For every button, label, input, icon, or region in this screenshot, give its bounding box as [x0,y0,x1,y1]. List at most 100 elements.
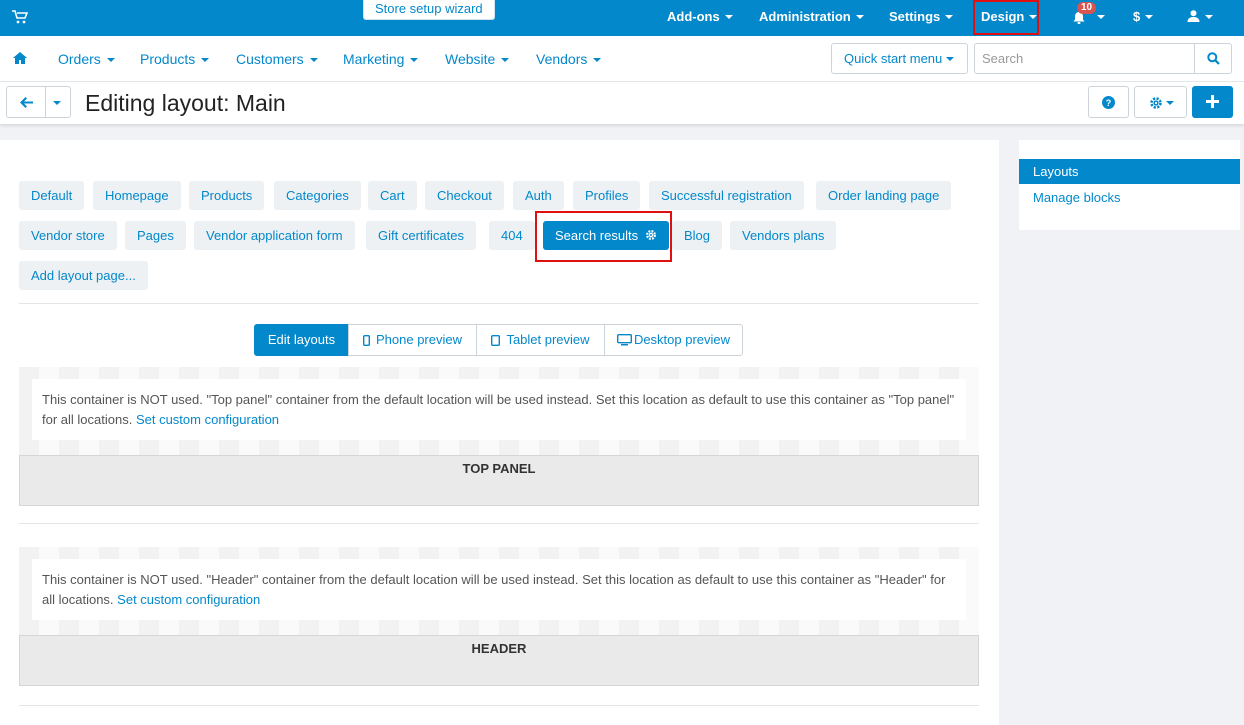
cart-icon[interactable] [12,10,28,24]
gear-icon [1150,97,1162,109]
main-nav: Orders Products Customers Marketing Webs… [0,36,1244,82]
topnav-addons[interactable]: Add-ons [667,0,733,36]
layout-tab-successful-registration[interactable]: Successful registration [649,181,804,210]
topnav-addons-label: Add-ons [667,9,720,24]
tablet-icon [491,334,501,347]
user-menu[interactable] [1187,0,1213,36]
quick-start-menu-button[interactable]: Quick start menu [831,43,968,74]
currency-menu[interactable]: $ [1133,0,1154,36]
divider [19,303,979,304]
container-label: HEADER [471,641,527,656]
layout-tab-order-landing-page[interactable]: Order landing page [816,181,952,210]
sidebar: Layouts Manage blocks [1019,140,1240,230]
chevron-down-icon [309,58,318,62]
phone-preview-label: Phone preview [376,332,462,347]
layout-tab-auth[interactable]: Auth [513,181,564,210]
chevron-down-icon [1145,15,1154,19]
desktop-preview-button[interactable]: Desktop preview [604,324,743,356]
topnav-settings[interactable]: Settings [889,0,954,36]
layout-tab-404[interactable]: 404 [489,221,535,250]
layout-tab-vendor-application-form[interactable]: Vendor application form [194,221,355,250]
nav-orders[interactable]: Orders [58,51,115,67]
topnav-administration-label: Administration [759,9,851,24]
chevron-down-icon [724,15,733,19]
arrow-left-icon [20,97,33,108]
settings-dropdown-button[interactable] [1134,86,1187,118]
layout-tab-homepage[interactable]: Homepage [93,181,181,210]
chevron-down-icon [410,58,419,62]
nav-customers[interactable]: Customers [236,51,318,67]
chevron-down-icon [1166,101,1174,105]
tablet-preview-label: Tablet preview [506,332,590,347]
phone-icon [362,334,370,347]
nav-vendors[interactable]: Vendors [536,51,602,67]
nav-vendors-label: Vendors [536,51,588,67]
add-layout-page-button[interactable]: Add layout page... [19,261,148,290]
desktop-preview-label: Desktop preview [633,332,731,347]
chevron-down-icon [945,15,954,19]
layout-tab-profiles[interactable]: Profiles [573,181,641,210]
help-button[interactable]: ? [1088,86,1129,118]
help-icon: ? [1102,96,1115,109]
desktop-icon [616,333,632,346]
layout-tab-default[interactable]: Default [19,181,85,210]
sidebar-item-layouts[interactable]: Layouts [1019,159,1240,184]
svg-text:?: ? [1106,98,1112,108]
container-header[interactable]: HEADER [19,635,979,686]
layout-tab-vendor-store[interactable]: Vendor store [19,221,117,250]
chevron-down-icon [946,57,955,61]
search-input[interactable] [974,43,1195,74]
container-label: TOP PANEL [462,461,536,476]
container-top-panel[interactable]: TOP PANEL [19,455,979,506]
nav-marketing-label: Marketing [343,51,405,67]
divider [19,705,979,706]
chevron-down-icon [855,15,864,19]
add-button[interactable] [1192,86,1233,118]
set-custom-configuration-link[interactable]: Set custom configuration [117,592,260,607]
page-title: Editing layout: Main [85,90,286,116]
back-button[interactable] [6,86,46,118]
nav-website-label: Website [445,51,496,67]
quick-start-menu-label: Quick start menu [844,51,943,66]
set-custom-configuration-link[interactable]: Set custom configuration [136,412,279,427]
nav-customers-label: Customers [236,51,304,67]
nav-website[interactable]: Website [445,51,510,67]
layout-tab-vendors-plans[interactable]: Vendors plans [730,221,837,250]
chevron-down-icon [201,58,210,62]
notification-count-badge: 10 [1077,2,1097,14]
chevron-down-icon [106,58,115,62]
top-bar: Store setup wizard Add-ons Administratio… [0,0,1244,36]
divider [19,523,979,524]
nav-marketing[interactable]: Marketing [343,51,419,67]
chevron-down-icon[interactable] [1097,15,1105,19]
chevron-down-icon [501,58,510,62]
edit-layouts-button[interactable]: Edit layouts [254,324,349,356]
layout-tab-pages[interactable]: Pages [125,221,186,250]
search-icon [1207,52,1220,65]
layout-tab-products[interactable]: Products [189,181,265,210]
design-highlight-box [973,0,1039,35]
layout-tab-blog[interactable]: Blog [672,221,723,250]
nav-orders-label: Orders [58,51,101,67]
store-setup-wizard-button[interactable]: Store setup wizard [363,0,495,20]
topnav-administration[interactable]: Administration [759,0,864,36]
search-button[interactable] [1194,43,1232,74]
layout-tab-categories[interactable]: Categories [274,181,361,210]
sidebar-item-manage-blocks[interactable]: Manage blocks [1033,190,1120,205]
history-dropdown-button[interactable] [45,86,71,118]
title-bar: Editing layout: Main ? [0,82,1244,124]
layout-tab-gift-certificates[interactable]: Gift certificates [366,221,476,250]
container-notice-top-panel: This container is NOT used. "Top panel" … [32,379,966,440]
container-notice-header: This container is NOT used. "Header" con… [32,559,966,620]
nav-products-label: Products [140,51,196,67]
topnav-settings-label: Settings [889,9,941,24]
chevron-down-icon [593,58,602,62]
tablet-preview-button[interactable]: Tablet preview [476,324,605,356]
currency-label: $ [1133,9,1141,24]
phone-preview-button[interactable]: Phone preview [348,324,477,356]
chevron-down-icon [53,101,61,105]
home-icon[interactable] [13,52,27,64]
layout-tab-cart[interactable]: Cart [368,181,417,210]
layout-tab-checkout[interactable]: Checkout [425,181,504,210]
nav-products[interactable]: Products [140,51,210,67]
